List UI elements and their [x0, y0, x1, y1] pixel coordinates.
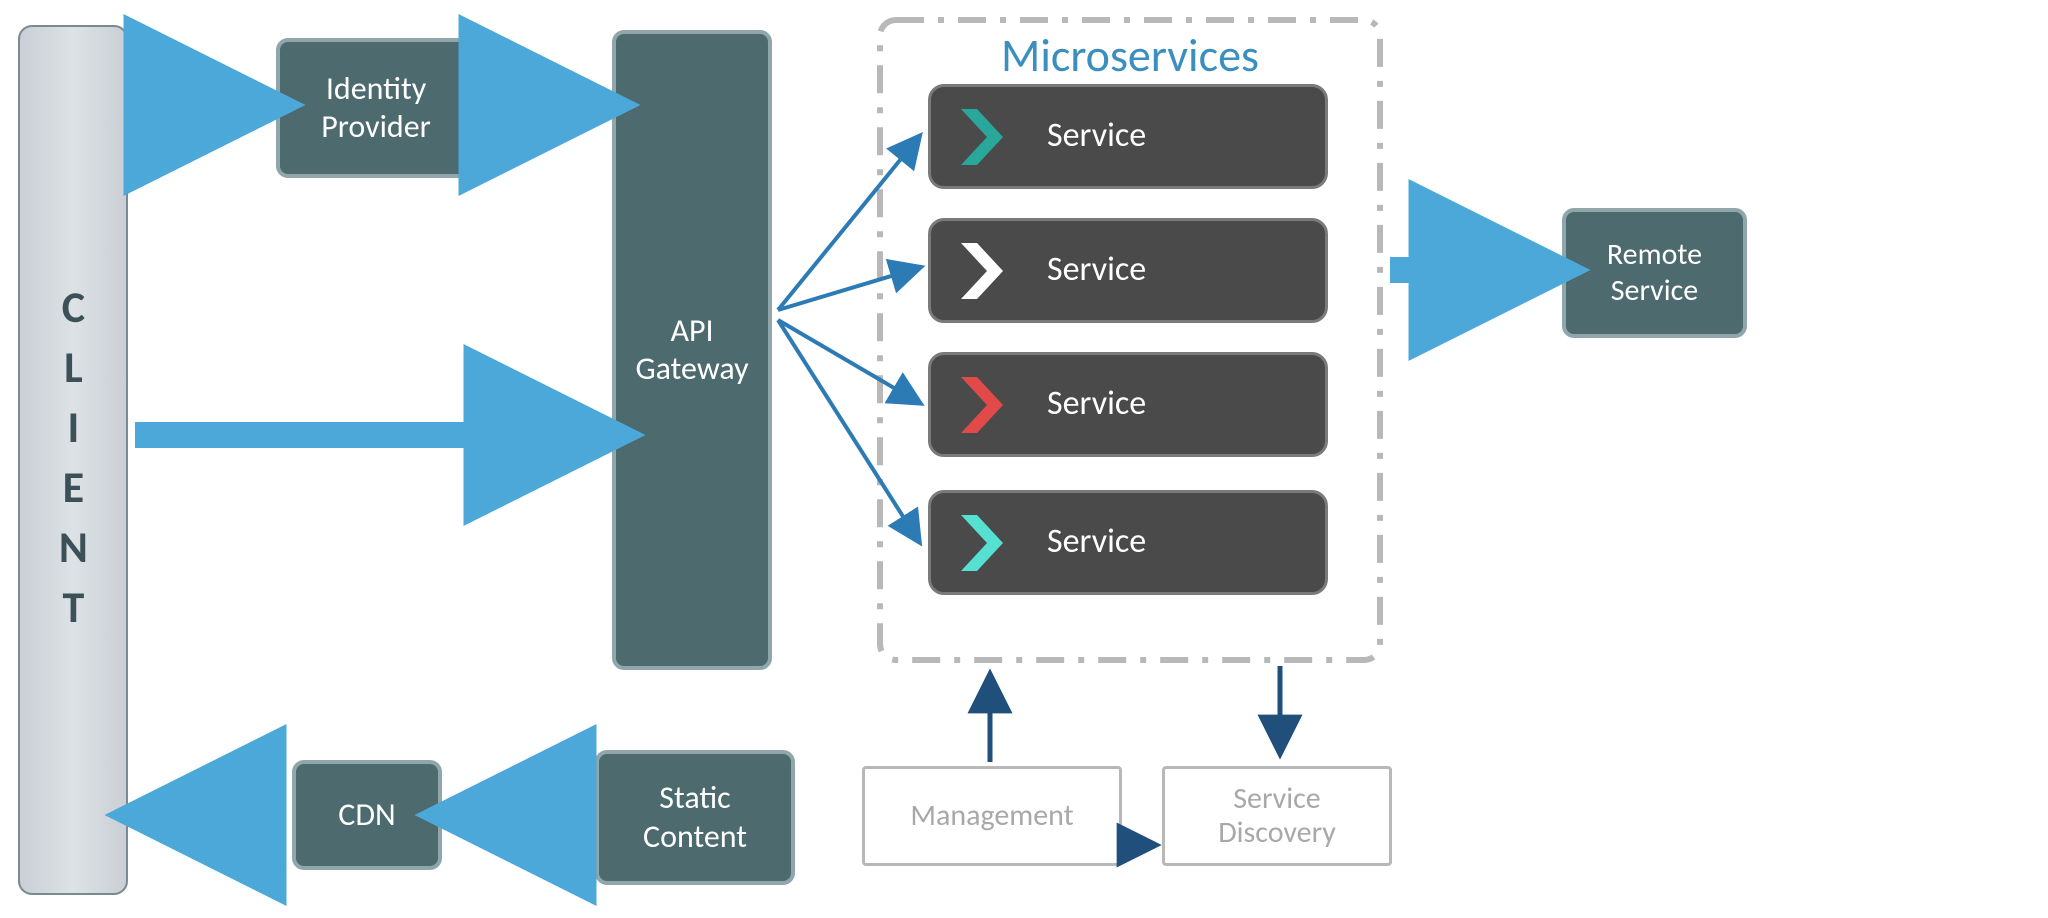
chevron-icon [959, 241, 1005, 301]
service-box-4: Service [928, 490, 1328, 595]
service-label: Service [1047, 116, 1146, 157]
arrow-gateway-to-service-1 [778, 138, 918, 310]
service-box-2: Service [928, 218, 1328, 323]
arrow-gateway-to-service-4 [778, 320, 918, 540]
identity-provider-box: Identity Provider [276, 38, 476, 178]
client-label: CLIENT [47, 280, 100, 640]
service-label: Service [1047, 384, 1146, 425]
arrow-gateway-to-service-2 [778, 268, 918, 310]
cdn-label: CDN [338, 796, 395, 834]
microservices-title: Microservices [960, 28, 1300, 84]
identity-provider-label: Identity Provider [321, 70, 431, 147]
client-box: CLIENT [18, 25, 128, 895]
management-label: Management [910, 799, 1073, 834]
management-box: Management [862, 766, 1122, 866]
service-box-1: Service [928, 84, 1328, 189]
api-gateway-label: API Gateway [635, 312, 748, 389]
remote-service-label: Remote Service [1607, 237, 1702, 309]
service-box-3: Service [928, 352, 1328, 457]
service-discovery-label: Service Discovery [1218, 782, 1336, 851]
arrow-gateway-to-service-3 [778, 320, 918, 402]
service-label: Service [1047, 522, 1146, 563]
static-content-box: Static Content [595, 750, 795, 885]
static-content-label: Static Content [643, 779, 747, 856]
chevron-icon [959, 513, 1005, 573]
microservices-title-text: Microservices [1001, 28, 1259, 84]
remote-service-box: Remote Service [1562, 208, 1747, 338]
api-gateway-box: API Gateway [612, 30, 772, 670]
chevron-icon [959, 107, 1005, 167]
service-discovery-box: Service Discovery [1162, 766, 1392, 866]
service-label: Service [1047, 250, 1146, 291]
cdn-box: CDN [292, 760, 442, 870]
chevron-icon [959, 375, 1005, 435]
